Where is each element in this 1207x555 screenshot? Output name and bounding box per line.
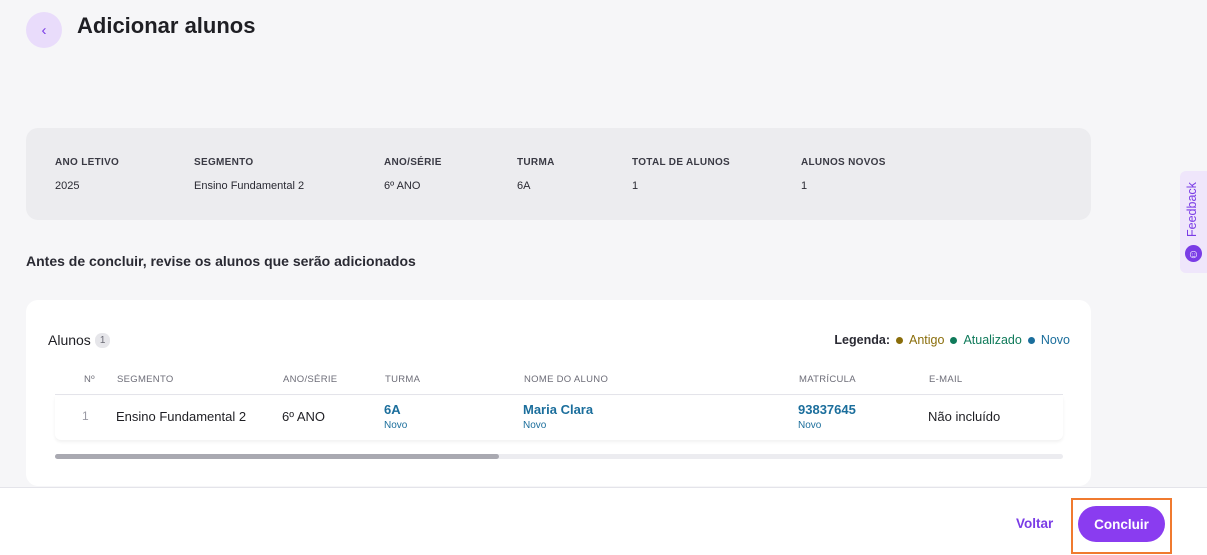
footer-actions: Voltar Concluir bbox=[0, 487, 1207, 555]
feedback-label: Feedback bbox=[1185, 182, 1199, 237]
row-number: 1 bbox=[82, 409, 89, 423]
voltar-button[interactable]: Voltar bbox=[1016, 516, 1053, 531]
summary-field-segmento: SEGMENTO Ensino Fundamental 2 bbox=[194, 157, 304, 192]
row-segment: Ensino Fundamental 2 bbox=[116, 409, 247, 424]
back-button[interactable]: ‹ bbox=[26, 12, 62, 48]
summary-field-total-alunos: TOTAL DE ALUNOS 1 bbox=[632, 157, 730, 192]
table-header: Nº SEGMENTO ANO/SÉRIE TURMA NOME DO ALUN… bbox=[55, 373, 1063, 395]
legend-label: Novo bbox=[1040, 333, 1070, 347]
row-class-value: 6A bbox=[384, 402, 401, 417]
concluir-button[interactable]: Concluir bbox=[1078, 506, 1165, 542]
legend-item-antigo: Antigo bbox=[895, 333, 945, 347]
row-class-status: Novo bbox=[384, 420, 408, 431]
students-count-badge: 1 bbox=[94, 332, 111, 348]
legend-dot-icon bbox=[895, 336, 903, 344]
summary-value: 2025 bbox=[55, 180, 80, 192]
summary-panel: ANO LETIVO 2025 SEGMENTO Ensino Fundamen… bbox=[26, 128, 1091, 220]
column-header-name: NOME DO ALUNO bbox=[524, 374, 609, 385]
column-header-number: Nº bbox=[84, 374, 95, 385]
scrollbar-thumb[interactable] bbox=[55, 454, 499, 459]
summary-value: 6A bbox=[517, 180, 531, 192]
summary-value: 6º ANO bbox=[384, 180, 421, 192]
students-card: Alunos 1 Legenda: Antigo Atualizado Novo… bbox=[26, 300, 1091, 486]
summary-field-ano-serie: ANO/SÉRIE 6º ANO bbox=[384, 157, 442, 192]
summary-label: SEGMENTO bbox=[194, 157, 254, 168]
summary-field-turma: TURMA 6A bbox=[517, 157, 555, 192]
summary-field-ano-letivo: ANO LETIVO 2025 bbox=[55, 157, 119, 192]
row-student-name-status: Novo bbox=[523, 420, 547, 431]
summary-label: TOTAL DE ALUNOS bbox=[632, 157, 731, 168]
column-header-class: TURMA bbox=[385, 374, 421, 385]
legend-dot-icon bbox=[1027, 336, 1035, 344]
legend-label: Atualizado bbox=[963, 333, 1022, 347]
column-header-grade: ANO/SÉRIE bbox=[283, 374, 338, 385]
review-instruction: Antes de concluir, revise os alunos que … bbox=[26, 253, 416, 269]
chevron-left-icon: ‹ bbox=[41, 21, 47, 39]
feedback-tab[interactable]: Feedback ☺ bbox=[1180, 171, 1207, 273]
summary-label: TURMA bbox=[517, 157, 555, 168]
students-card-title: Alunos 1 bbox=[48, 332, 111, 348]
smile-icon: ☺ bbox=[1185, 245, 1202, 262]
legend-item-atualizado: Atualizado bbox=[950, 333, 1022, 347]
legend-item-novo: Novo bbox=[1027, 333, 1070, 347]
summary-label: ANO/SÉRIE bbox=[384, 157, 442, 168]
summary-label: ALUNOS NOVOS bbox=[801, 157, 886, 168]
legend-dot-icon bbox=[950, 336, 958, 344]
row-student-name: Maria Clara Novo bbox=[523, 402, 593, 431]
summary-field-alunos-novos: ALUNOS NOVOS 1 bbox=[801, 157, 886, 192]
row-email: Não incluído bbox=[928, 409, 1001, 424]
summary-value: 1 bbox=[632, 180, 639, 192]
horizontal-scrollbar[interactable] bbox=[55, 454, 1063, 459]
row-registration-status: Novo bbox=[798, 420, 822, 431]
legend-title: Legenda: bbox=[834, 333, 890, 347]
row-grade: 6º ANO bbox=[282, 409, 326, 424]
summary-value: Ensino Fundamental 2 bbox=[194, 180, 305, 192]
summary-value: 1 bbox=[801, 180, 808, 192]
row-registration-value: 93837645 bbox=[798, 402, 856, 417]
concluir-label: Concluir bbox=[1094, 516, 1149, 532]
table-row: 1 Ensino Fundamental 2 6º ANO 6A Novo Ma… bbox=[55, 396, 1063, 440]
legend-label: Antigo bbox=[908, 333, 945, 347]
column-header-segment: SEGMENTO bbox=[117, 374, 174, 385]
row-class: 6A Novo bbox=[384, 402, 407, 431]
column-header-registration: MATRÍCULA bbox=[799, 374, 856, 385]
students-title: Alunos bbox=[48, 332, 91, 348]
row-student-name-value: Maria Clara bbox=[523, 402, 594, 417]
row-registration: 93837645 Novo bbox=[798, 402, 856, 431]
legend: Legenda: Antigo Atualizado Novo bbox=[834, 333, 1070, 347]
column-header-email: E-MAIL bbox=[929, 374, 963, 385]
page-title: Adicionar alunos bbox=[77, 13, 256, 38]
summary-label: ANO LETIVO bbox=[55, 157, 120, 168]
